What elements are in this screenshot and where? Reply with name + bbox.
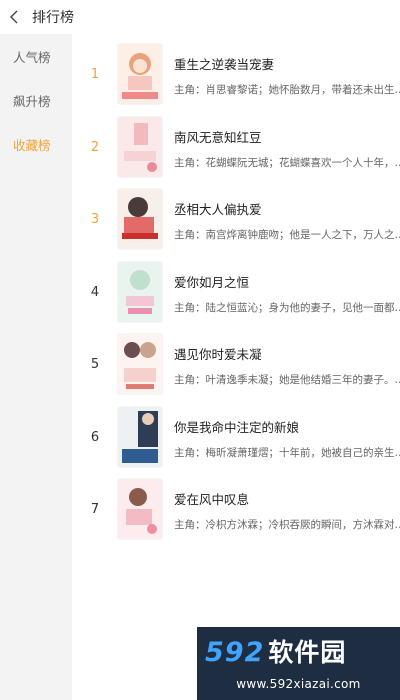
book-list: 1 重生之逆袭当宠妻 主角：肖思睿黎诺；她怀胎数月，带着还未出生… 2 南风无意… [72, 40, 400, 548]
watermark-url: www.592xiazai.com [236, 677, 361, 691]
page-title: 排行榜 [32, 10, 74, 26]
book-title: 遇见你时爱未凝 [174, 347, 262, 362]
sidebar-item-popular[interactable]: 人气榜 [0, 34, 72, 78]
book-cover [118, 261, 162, 322]
sidebar-item-favorites[interactable]: 收藏榜 [0, 122, 72, 166]
book-title: 你是我命中注定的新娘 [174, 419, 300, 435]
watermark-brand-cn: 软件园 [268, 638, 347, 667]
rank-number: 7 [90, 502, 100, 517]
book-item[interactable]: 2 南风无意知红豆 主角：花蝴蝶阮无城；花蝴蝶喜欢一个人十年，… [72, 113, 400, 186]
book-description: 主角：陆之恒蓝沁；身为他的妻子，见他一面都… [174, 301, 400, 314]
book-cover [118, 116, 162, 177]
book-item[interactable]: 7 爱在风中叹息 主角：冷枳方沐霖；冷枳吞厥的瞬间，方沐霖对… [72, 475, 400, 548]
watermark-brand: 592 [205, 637, 265, 668]
book-title: 南风无意知红豆 [174, 129, 262, 145]
book-title: 重生之逆袭当宠妻 [174, 57, 275, 72]
book-title: 爱你如月之恒 [174, 274, 250, 290]
sidebar-item-label: 收藏榜 [13, 137, 51, 153]
book-description: 主角：冷枳方沐霖；冷枳吞厥的瞬间，方沐霖对… [174, 519, 400, 531]
book-cover [118, 44, 162, 104]
book-cover [118, 479, 162, 539]
chevron-left-icon [10, 10, 18, 24]
book-cover [118, 406, 162, 467]
book-cover [118, 334, 162, 394]
sidebar-item-rising[interactable]: 飙升榜 [0, 78, 72, 122]
book-description: 主角：梅昕凝萧瑾熠；十年前，她被自己的亲生… [174, 446, 400, 459]
book-cover [118, 189, 162, 249]
book-item[interactable]: 3 丞相大人偏执爱 主角：南宫烨离钟鹿吻；他是一人之下，万人之… [72, 185, 400, 258]
watermark-logo: 592 软件园 [205, 633, 346, 669]
book-item[interactable]: 6 你是我命中注定的新娘 主角：梅昕凝萧瑾熠；十年前，她被自己的亲生… [72, 403, 400, 476]
book-description: 主角：南宫烨离钟鹿吻；他是一人之下，万人之… [174, 229, 400, 241]
book-description: 主角：花蝴蝶阮无城；花蝴蝶喜欢一个人十年，… [174, 156, 400, 169]
rank-number: 5 [90, 357, 100, 372]
rank-number: 4 [90, 284, 100, 300]
book-item[interactable]: 5 遇见你时爱未凝 主角：叶清逸季未凝；她是他结婚三年的妻子。… [72, 330, 400, 403]
ranking-sidebar: 人气榜 飙升榜 收藏榜 [0, 34, 72, 700]
book-item[interactable]: 1 重生之逆袭当宠妻 主角：肖思睿黎诺；她怀胎数月，带着还未出生… [72, 40, 400, 113]
site-watermark: 592 软件园 www.592xiazai.com [197, 627, 400, 700]
book-item[interactable]: 4 爱你如月之恒 主角：陆之恒蓝沁；身为他的妻子，见他一面都… [72, 258, 400, 331]
book-title: 爱在风中叹息 [174, 492, 250, 507]
rank-number: 1 [90, 67, 100, 82]
sidebar-item-label: 飙升榜 [13, 93, 51, 109]
book-description: 主角：肖思睿黎诺；她怀胎数月，带着还未出生… [174, 84, 400, 96]
rank-number: 2 [90, 139, 100, 155]
back-button[interactable] [0, 0, 30, 34]
header-bar: 排行榜 [0, 0, 400, 34]
book-title: 丞相大人偏执爱 [174, 202, 262, 217]
sidebar-item-label: 人气榜 [13, 49, 51, 65]
rank-number: 3 [90, 212, 100, 227]
book-description: 主角：叶清逸季未凝；她是他结婚三年的妻子。… [174, 374, 400, 386]
rank-number: 6 [90, 429, 100, 445]
